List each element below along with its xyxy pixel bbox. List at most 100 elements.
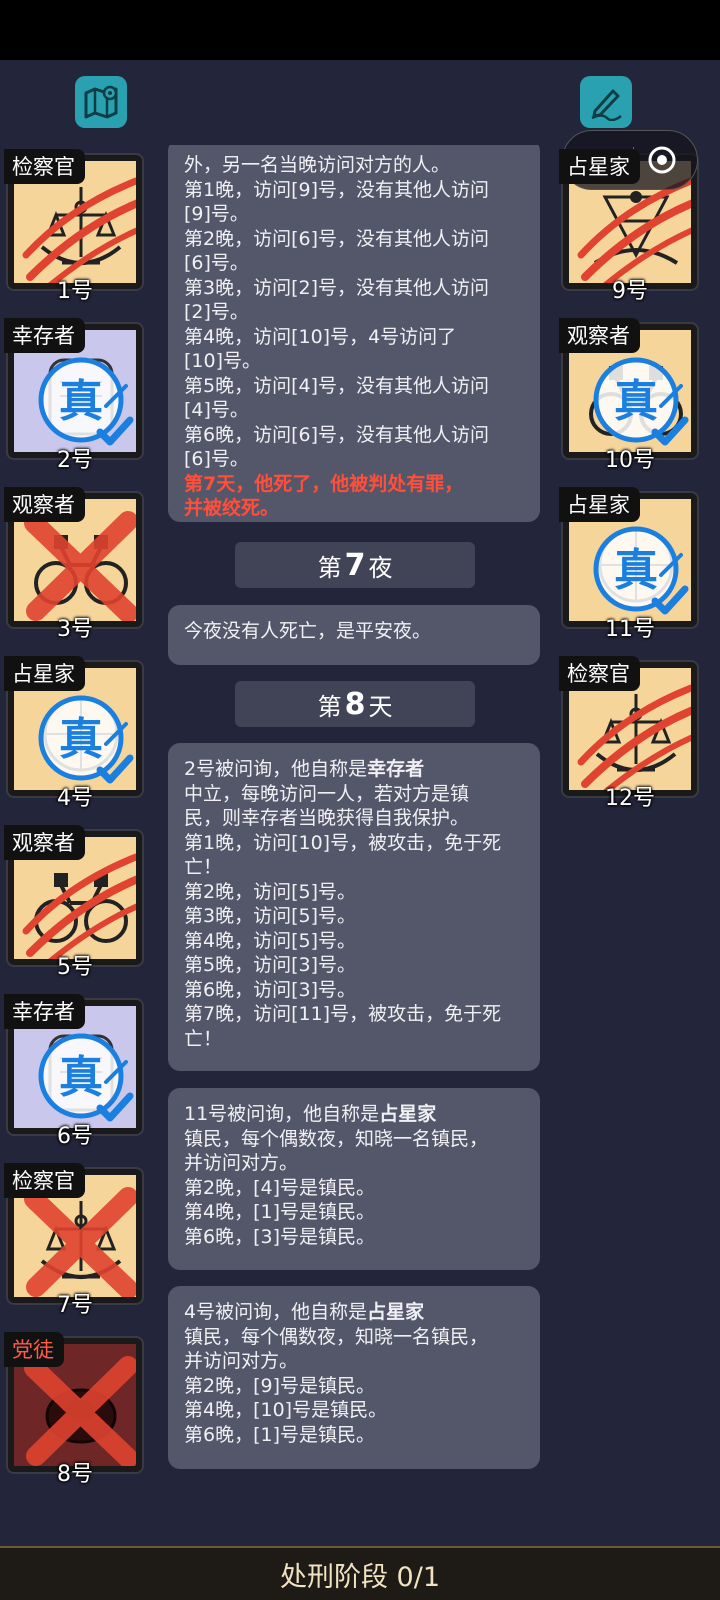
verified-stamp-icon: 真 <box>38 1033 134 1122</box>
message-line: [6]号。 <box>184 252 249 274</box>
divider-prefix: 第 <box>317 553 342 582</box>
player-card[interactable]: 真 幸存者 6号 <box>4 994 142 1149</box>
verified-mark-text: 真 <box>59 1052 103 1103</box>
message-title: 2号被问询，他自称是幸存者 <box>184 757 524 782</box>
message-line: 第4晚，访问[5]号。 <box>184 929 357 952</box>
title-text: 4号被问询，他自称是 <box>184 1301 368 1323</box>
message-line: 民，则幸存者当晚获得自我保护。 <box>184 807 470 829</box>
player-role-tag: 占星家 <box>4 656 85 691</box>
player-card[interactable]: 真 占星家 4号 <box>4 656 142 811</box>
player-number: 2号 <box>57 448 93 473</box>
message-line: [4]号。 <box>184 399 249 421</box>
message-line: 第4晚，[10]号是镇民。 <box>184 1399 388 1421</box>
player-card[interactable]: 真 观察者 10号 <box>559 318 697 473</box>
message-line: 镇民，每个偶数夜，知晓一名镇民， <box>184 1325 489 1348</box>
player-role-tag: 观察者 <box>4 487 85 522</box>
player-role-tag: 检察官 <box>4 1163 85 1198</box>
map-pin-icon[interactable] <box>75 76 127 128</box>
message-line: [2]号。 <box>184 301 249 323</box>
message-lines: 中立，每晚访问一人，若对方是镇 民，则幸存者当晚获得自我保护。 第1晚，访问[10]… <box>184 782 524 1052</box>
player-role-tag: 检察官 <box>559 656 640 691</box>
message-bubble-interrogation-11: 11号被问询，他自称是占星家 镇民，每个偶数夜，知晓一名镇民， 并访问对方。 第2晚… <box>168 1088 540 1270</box>
message-line: 第4晚，[1]号是镇民。 <box>184 1201 376 1223</box>
message-line: 第6晚，[3]号是镇民。 <box>184 1225 376 1248</box>
player-role-tag: 幸存者 <box>4 318 85 353</box>
player-role-tag: 观察者 <box>4 825 85 860</box>
player-number: 1号 <box>57 279 93 304</box>
player-number: 10号 <box>605 448 655 473</box>
message-line: 亡！ <box>184 1027 223 1050</box>
message-log[interactable]: 外，另一名当晚访问对方的人。 第1晚，访问[9]号，没有其他人访问 [9]号。 第2晚… <box>158 145 560 1490</box>
message-line: 第5晚，访问[4]号，没有其他人访问 <box>184 374 490 397</box>
player-card[interactable]: 检察官 12号 <box>559 656 697 811</box>
message-line: 并访问对方。 <box>184 1152 299 1174</box>
message-line: 第6晚，访问[6]号，没有其他人访问 <box>184 423 490 446</box>
player-role-tag: 检察官 <box>4 149 85 184</box>
player-card[interactable]: 观察者 5号 <box>4 825 142 980</box>
message-text: 今夜没有人死亡，是平安夜。 <box>184 620 432 642</box>
message-line: 第3晚，访问[2]号，没有其他人访问 <box>184 276 490 299</box>
player-card[interactable]: 检察官 7号 <box>4 1163 142 1318</box>
claw-scratch-mark <box>22 177 136 283</box>
player-number: 6号 <box>57 1124 93 1149</box>
verified-stamp-icon: 真 <box>38 357 134 446</box>
message-line: 第2晚，[9]号是镇民。 <box>184 1374 376 1397</box>
message-lines: 镇民，每个偶数夜，知晓一名镇民， 并访问对方。 第2晚，[4]号是镇民。 第4晚，[1… <box>184 1127 524 1250</box>
claw-scratch-mark <box>22 853 136 959</box>
verified-mark-text: 真 <box>614 545 658 596</box>
player-number: 8号 <box>57 1462 93 1487</box>
player-number: 11号 <box>605 617 655 642</box>
message-line: 并被绞死。 <box>184 497 280 519</box>
verified-stamp-icon: 真 <box>593 526 689 615</box>
claimed-role: 占星家 <box>367 1301 425 1323</box>
verified-mark-text: 真 <box>59 376 103 427</box>
edit-pen-icon[interactable] <box>580 76 632 128</box>
player-card[interactable]: 真 幸存者 2号 <box>4 318 142 473</box>
player-role-tag: 占星家 <box>559 487 640 522</box>
execution-phase-bar[interactable]: 处刑阶段 0/1 <box>0 1546 720 1600</box>
player-number: 4号 <box>57 786 93 811</box>
message-line: 镇民，每个偶数夜，知晓一名镇民， <box>184 1127 489 1150</box>
player-card[interactable]: 党徒 8号 <box>4 1332 142 1487</box>
status-bar <box>0 0 720 60</box>
message-alert-lines: 第7天，他死了，他被判处有罪， 并被绞死。 <box>184 472 524 521</box>
message-line: 第2晚，访问[5]号。 <box>184 880 357 903</box>
target-close-icon[interactable] <box>647 145 677 175</box>
player-card[interactable]: 观察者 3号 <box>4 487 142 642</box>
title-text: 11号被问询，他自称是 <box>184 1103 380 1125</box>
divider-suffix: 天 <box>368 692 393 721</box>
player-card[interactable]: 检察官 1号 <box>4 149 142 304</box>
message-lines: 外，另一名当晚访问对方的人。 第1晚，访问[9]号，没有其他人访问 [9]号。 第2晚… <box>184 153 524 472</box>
night-divider: 第7夜 <box>235 542 475 588</box>
message-lines: 镇民，每个偶数夜，知晓一名镇民， 并访问对方。 第2晚，[9]号是镇民。 第4晚，[1… <box>184 1325 524 1448</box>
message-line: [6]号。 <box>184 448 249 470</box>
message-line: [9]号。 <box>184 203 249 225</box>
message-line: 第1晚，访问[10]号，被攻击，免于死 <box>184 831 502 854</box>
verified-stamp-icon: 真 <box>38 695 134 784</box>
verified-mark-text: 真 <box>614 376 658 427</box>
message-title: 11号被问询，他自称是占星家 <box>184 1102 524 1127</box>
message-line: 第7晚，访问[11]号，被攻击，免于死 <box>184 1003 502 1025</box>
claimed-role: 占星家 <box>379 1103 437 1125</box>
day-divider: 第8天 <box>235 681 475 727</box>
message-line: 第4晚，访问[10]号，4号访问了 <box>184 325 457 348</box>
divider-number: 8 <box>344 686 366 722</box>
player-number: 3号 <box>57 617 93 642</box>
message-line: 第5晚，访问[3]号。 <box>184 954 357 976</box>
message-line: 第2晚，访问[6]号，没有其他人访问 <box>184 227 490 250</box>
claimed-role: 幸存者 <box>367 758 425 780</box>
message-line: 第1晚，访问[9]号，没有其他人访问 <box>184 178 490 201</box>
player-card[interactable]: 真 占星家 11号 <box>559 487 697 642</box>
message-line: 第2晚，[4]号是镇民。 <box>184 1176 376 1199</box>
dead-cross-mark <box>24 511 136 621</box>
player-number: 12号 <box>605 786 655 811</box>
title-text: 2号被问询，他自称是 <box>184 758 368 780</box>
claw-scratch-mark <box>577 684 691 790</box>
divider-number: 7 <box>344 547 366 583</box>
player-role-tag: 观察者 <box>559 318 640 353</box>
message-line: 第6晚，[1]号是镇民。 <box>184 1423 376 1446</box>
divider-prefix: 第 <box>317 692 342 721</box>
message-bubble-interrogation-2: 2号被问询，他自称是幸存者 中立，每晚访问一人，若对方是镇 民，则幸存者当晚获得自… <box>168 743 540 1071</box>
message-line: 第3晚，访问[5]号。 <box>184 905 357 927</box>
message-bubble-verdict: 外，另一名当晚访问对方的人。 第1晚，访问[9]号，没有其他人访问 [9]号。 第2晚… <box>168 145 540 522</box>
